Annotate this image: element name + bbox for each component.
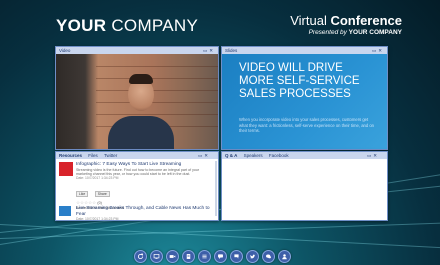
tab-speakers[interactable]: Speakers	[244, 153, 263, 158]
slides-panel-title: Slides	[225, 48, 238, 53]
screen-icon[interactable]	[150, 250, 163, 263]
panel-controls[interactable]: ▭✕	[203, 47, 215, 54]
chat-icon[interactable]	[214, 250, 227, 263]
panel-controls[interactable]: ▭✕	[198, 152, 210, 159]
slide-content: VIDEO WILL DRIVE MORE SELF-SERVICE SALES…	[222, 54, 387, 149]
social-tabs: Q & A Speakers Facebook ▭✕	[222, 152, 387, 159]
brick-line	[96, 102, 218, 103]
event-title-strong: Conference	[330, 13, 402, 28]
slide-headline: VIDEO WILL DRIVE MORE SELF-SERVICE SALES…	[239, 62, 360, 100]
brick-line	[96, 90, 218, 91]
person-icon[interactable]	[278, 250, 291, 263]
video-player[interactable]	[56, 54, 218, 149]
tab-files[interactable]: Files	[88, 153, 98, 158]
like-button[interactable]: Like	[76, 190, 89, 197]
resource-date: Date: 10/7/2017 1:34:23 PM	[76, 217, 119, 221]
panel-controls[interactable]: ▭✕	[367, 152, 379, 159]
tab-qa[interactable]: Q & A	[225, 153, 237, 158]
resource-title[interactable]: Live Streaming Breaks Through, and Cable…	[76, 206, 214, 217]
presenter-body	[108, 116, 174, 149]
share-button[interactable]: Share	[94, 190, 110, 197]
video-panel: Video ▭✕	[55, 46, 219, 150]
twitter-icon[interactable]	[246, 250, 259, 263]
presenter-hair	[129, 74, 153, 84]
speech-icon[interactable]	[262, 250, 275, 263]
brand-rest: COMPANY	[106, 16, 199, 35]
resource-date: Date: 10/7/2017 1:34:23 PM	[76, 175, 119, 180]
resource-description: Streaming video is the future. Find out …	[76, 167, 200, 176]
resource-thumbnail[interactable]	[59, 206, 71, 216]
tab-resources[interactable]: Resources	[59, 153, 82, 158]
brick-line	[96, 78, 218, 79]
slide-body-text: When you incorporate video into your sal…	[239, 117, 374, 133]
comment-icon[interactable]	[230, 250, 243, 263]
resources-panel: Resources Files Twitter ▭✕ Infographic: …	[55, 151, 219, 221]
presented-company: YOUR COMPANY	[348, 29, 402, 36]
resources-tabs: Resources Files Twitter ▭✕	[56, 152, 218, 159]
event-title-light: Virtual	[290, 13, 331, 28]
background-line	[0, 224, 440, 250]
video-panel-title: Video	[59, 48, 71, 53]
brick-line	[96, 66, 218, 67]
slides-panel: Slides ▭✕ VIDEO WILL DRIVE MORE SELF-SER…	[221, 46, 388, 150]
list-icon[interactable]	[198, 250, 211, 263]
event-title-block: Virtual Conference Presented by YOUR COM…	[290, 13, 402, 36]
video-panel-header: Video ▭✕	[56, 47, 218, 54]
rating-count: (0)	[97, 200, 102, 205]
refresh-icon[interactable]	[134, 250, 147, 263]
tab-facebook[interactable]: Facebook	[269, 153, 289, 158]
brand-strong: YOUR	[56, 16, 107, 35]
event-title: Virtual Conference	[290, 13, 402, 28]
company-logo: YOUR COMPANY	[56, 16, 198, 36]
video-icon[interactable]	[166, 250, 179, 263]
slides-panel-header: Slides ▭✕	[222, 47, 387, 54]
presented-by-label: Presented by	[308, 29, 349, 36]
social-panel: Q & A Speakers Facebook ▭✕	[221, 151, 388, 221]
panel-controls[interactable]: ▭✕	[372, 47, 384, 54]
presented-by: Presented by YOUR COMPANY	[290, 29, 402, 36]
scrollbar[interactable]	[215, 161, 217, 216]
resource-thumbnail[interactable]	[59, 162, 73, 176]
document-icon[interactable]	[182, 250, 195, 263]
brick-line	[96, 114, 218, 115]
tab-twitter[interactable]: Twitter	[104, 153, 117, 158]
